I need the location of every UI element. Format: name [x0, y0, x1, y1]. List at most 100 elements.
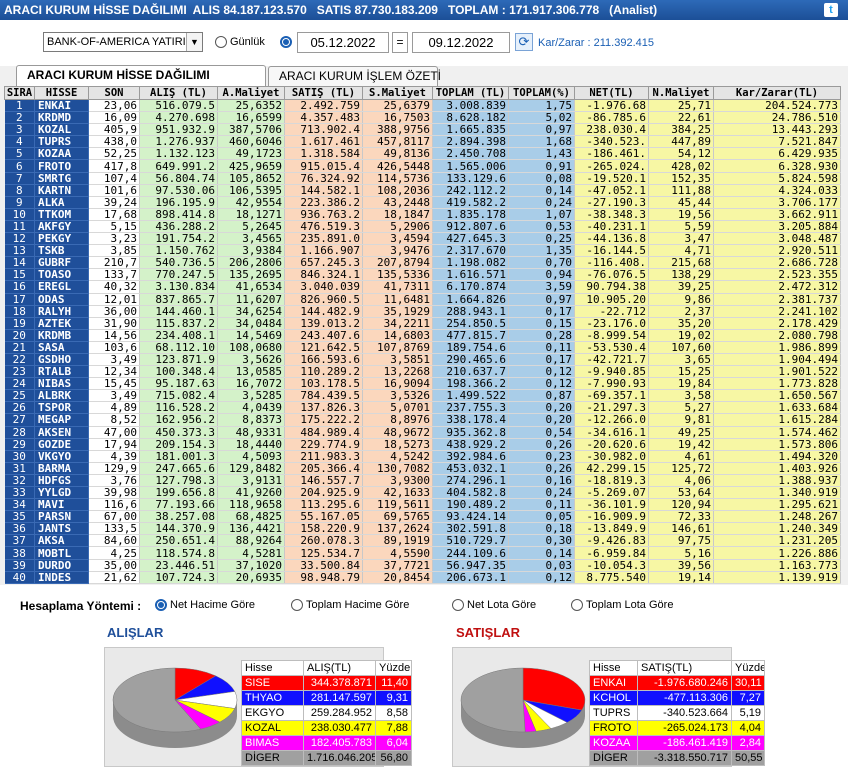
satislar-legend-table: Hisse SATIŞ(TL) Yüzde ENKAI -1.976.680.24… [589, 660, 765, 766]
table-cell: 13 [4, 244, 35, 258]
column-header[interactable]: ALIŞ (TL) [139, 86, 218, 100]
radio-circle-icon[interactable] [215, 36, 227, 48]
table-cell: 4,5590 [362, 546, 433, 560]
table-row[interactable]: 20 KRDMB 14,56 234.408.1 14,5469 243.407.6 14,… [4, 329, 841, 342]
table-row[interactable]: 28 AKSEN 47,00 450.373.3 48,9331 484.989.4 48,… [4, 426, 841, 439]
table-cell: 18,5273 [362, 438, 433, 451]
table-cell: 34,2211 [362, 317, 433, 330]
method-radio-net-lota[interactable]: Net Lota Göre [452, 599, 536, 611]
column-header[interactable]: TOPLAM (TL) [432, 86, 509, 100]
radio-circle-icon[interactable] [280, 36, 292, 48]
column-header[interactable]: NET(TL) [574, 86, 649, 100]
table-row[interactable]: 32 HDFGS 3,76 127.798.3 3,9131 146.557.7 3,930… [4, 474, 841, 488]
method-radio-net-hacim[interactable]: Net Hacime Göre [155, 599, 255, 611]
column-header[interactable]: N.Maliyet [648, 86, 714, 100]
table-cell: 116,6 [88, 498, 140, 512]
radio-circle-icon[interactable] [291, 599, 303, 611]
table-row[interactable]: 21 SASA 103,6 68.112.10 108,0680 121.642.5 107… [4, 341, 841, 354]
column-header[interactable]: HİSSE [34, 86, 89, 100]
date-range-radio[interactable] [280, 36, 292, 48]
table-row[interactable]: 35 PARSN 67,00 38.257.08 68,4825 55.167.05 69,… [4, 510, 841, 524]
table-row[interactable]: 16 EREGL 40,32 3.130.834 41,6534 3.040.039 41,… [4, 280, 841, 294]
table-row[interactable]: 11 AKFGY 5,15 436.288.2 5,2645 476.519.3 5,290… [4, 220, 841, 234]
table-cell: 23,06 [88, 99, 140, 113]
table-cell: -47.052.1 [574, 184, 649, 197]
table-row[interactable]: 30 VKGYO 4,39 181.001.3 4,5093 211.983.3 4,524… [4, 450, 841, 463]
table-row[interactable]: 24 NIBAS 15,45 95.187.63 16,7072 103.178.5 16,… [4, 377, 841, 391]
tab-islem-ozeti[interactable]: ARACI KURUM İŞLEM ÖZETİ [268, 66, 441, 86]
method-radio-toplam-lota[interactable]: Toplam Lota Göre [571, 599, 673, 611]
gunluk-radio[interactable]: Günlük [215, 36, 265, 48]
legend-cell: 11,40 [375, 675, 412, 691]
table-row[interactable]: 22 GSDHO 3,49 123.871.9 3,5626 166.593.6 3,585… [4, 353, 841, 367]
table-cell: 19,56 [648, 208, 714, 221]
table-row[interactable]: 3 KOZAL 405,9 951.932.9 387,5706 713.902.4 388… [4, 123, 841, 137]
table-cell: 3,59 [508, 280, 575, 294]
table-row[interactable]: 34 MAVI 116,6 77.193.66 118,9658 113.295.6 119… [4, 498, 841, 512]
table-row[interactable]: 31 BARMA 129,9 247.665.6 129,8482 205.366.4 13… [4, 462, 841, 475]
table-cell: 206,2806 [217, 256, 285, 270]
table-cell: 123.871.9 [139, 353, 218, 367]
table-row[interactable]: 7 SMRTG 107,4 56.804.74 105,8652 76.324.92 114… [4, 172, 841, 185]
table-cell: 26 [4, 401, 35, 415]
table-row[interactable]: 8 KARTN 101,6 97.530.06 106,5395 144.582.1 108… [4, 184, 841, 197]
column-header[interactable]: SIRA [4, 86, 35, 100]
table-row[interactable]: 18 RALYH 36,00 144.460.1 34,6254 144.482.9 35,… [4, 305, 841, 318]
radio-circle-icon[interactable] [571, 599, 583, 611]
table-row[interactable]: 10 TTKOM 17,68 898.414.8 18,1271 936.763.2 18,… [4, 208, 841, 221]
table-row[interactable]: 39 DURDO 35,00 23.446.51 37,1020 33.500.84 37,… [4, 559, 841, 572]
radio-circle-icon[interactable] [155, 599, 167, 611]
table-cell: 0,97 [508, 123, 575, 137]
table-row[interactable]: 2 KRDMD 16,09 4.270.698 16,6599 4.357.483 16,7… [4, 111, 841, 125]
column-header[interactable]: SATIŞ (TL) [284, 86, 363, 100]
table-row[interactable]: 4 TUPRS 438,0 1.276.937 460,6046 1.617.461 457… [4, 135, 841, 149]
table-row[interactable]: 9 ALKA 39,24 196.195.9 42,9554 223.386.2 43,24… [4, 196, 841, 209]
window-title-part: TOPLAM : 171.917.306.778 [447, 3, 600, 17]
table-row[interactable]: 6 FROTO 417,8 649.991.2 425,9659 915.015.4 426… [4, 159, 841, 173]
date-from-field[interactable]: 05.12.2022 [297, 32, 389, 53]
table-cell: 5.824.598 [713, 172, 841, 185]
table-row[interactable]: 1 ENKAI 23,06 516.079.5 25,6352 2.492.759 25,6… [4, 99, 841, 113]
table-cell: 32 [4, 474, 35, 488]
table-row[interactable]: 33 YYLGD 39,98 199.656.8 41,9260 204.925.9 42,… [4, 486, 841, 500]
legend-cell: KOZAA [589, 735, 638, 751]
broker-select[interactable]: BANK-OF-AMERICA YATIRIM ▼ [43, 32, 203, 52]
table-row[interactable]: 25 ALBRK 3,49 715.082.4 3,5285 784.439.5 3,532… [4, 389, 841, 403]
table-row[interactable]: 36 JANTS 133,5 144.370.9 136,4421 158.220.9 13… [4, 522, 841, 536]
column-header[interactable]: A.Maliyet [217, 86, 285, 100]
table-cell: 39,56 [648, 559, 714, 572]
date-to-field[interactable]: 09.12.2022 [412, 32, 510, 53]
table-cell: 95.187.63 [139, 377, 218, 391]
twitter-icon[interactable]: t [824, 3, 838, 17]
column-header[interactable]: TOPLAM(%) [508, 86, 575, 100]
table-row[interactable]: 14 GUBRF 210,7 540.736.5 206,2806 657.245.3 20… [4, 256, 841, 270]
table-row[interactable]: 40 INDES 21,62 107.724.3 20,6935 98.948.79 20,… [4, 571, 841, 584]
table-row[interactable]: 26 TSPOR 4,89 116.528.2 4,0439 137.826.3 5,070… [4, 401, 841, 415]
table-row[interactable]: 12 PEKGY 3,23 191.754.2 3,4565 235.891.0 3,459… [4, 232, 841, 246]
chevron-down-icon[interactable]: ▼ [186, 33, 202, 51]
column-header[interactable]: S.Maliyet [362, 86, 433, 100]
date-equal-button[interactable]: = [392, 32, 408, 53]
table-cell: 1,35 [508, 244, 575, 258]
table-row[interactable]: 29 GOZDE 17,94 209.154.3 18,4440 229.774.9 18,… [4, 438, 841, 451]
table-row[interactable]: 5 KOZAA 52,25 1.132.123 49,1723 1.318.584 49,8… [4, 147, 841, 161]
tab-hisse-dagilimi[interactable]: ARACI KURUM HİSSE DAĞILIMI [16, 65, 266, 86]
table-row[interactable]: 37 AKSA 84,60 250.651.4 88,9264 260.078.3 89,1… [4, 534, 841, 548]
table-cell: -23.176.0 [574, 317, 649, 330]
column-header[interactable]: Kar/Zarar(TL) [713, 86, 841, 100]
table-row[interactable]: 27 MEGAP 8,52 162.956.2 8,8373 175.222.2 8,897… [4, 413, 841, 427]
table-row[interactable]: 15 TOASO 133,7 770.247.5 135,2695 846.324.1 13… [4, 268, 841, 282]
table-cell: FROTO [34, 159, 89, 173]
column-header[interactable]: SON [88, 86, 140, 100]
table-row[interactable]: 19 AZTEK 31,90 115.837.2 34,0484 139.013.2 34,… [4, 317, 841, 330]
method-radio-toplam-hacim[interactable]: Toplam Hacime Göre [291, 599, 409, 611]
table-cell: 3,5626 [217, 353, 285, 367]
refresh-icon[interactable]: ⟳ [515, 33, 533, 51]
table-cell: 18,4440 [217, 438, 285, 451]
table-row[interactable]: 23 RTALB 12,34 100.348.4 13,0585 110.289.2 13,… [4, 365, 841, 379]
table-row[interactable]: 38 MOBTL 4,25 118.574.8 4,5281 125.534.7 4,559… [4, 546, 841, 560]
radio-circle-icon[interactable] [452, 599, 464, 611]
table-row[interactable]: 17 ODAS 12,01 837.865.7 11,6207 826.960.5 11,6… [4, 293, 841, 306]
table-row[interactable]: 13 TSKB 3,85 1.150.762 3,9384 1.166.907 3,9476… [4, 244, 841, 258]
table-cell: 784.439.5 [284, 389, 363, 403]
